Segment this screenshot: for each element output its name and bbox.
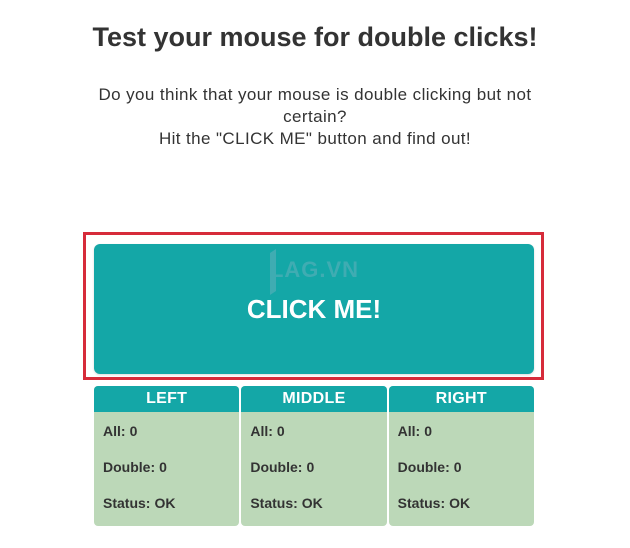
page-description: Do you think that your mouse is double c… bbox=[60, 84, 570, 150]
description-line-1: Do you think that your mouse is double c… bbox=[98, 85, 532, 104]
left-status: Status: OK bbox=[103, 495, 176, 511]
right-double-count: Double: 0 bbox=[397, 459, 462, 475]
right-status: Status: OK bbox=[397, 495, 471, 511]
middle-double-count: Double: 0 bbox=[250, 459, 315, 475]
middle-button-column: MIDDLE All: 0 Double: 0 Status: OK bbox=[241, 386, 387, 526]
click-me-button[interactable]: CLICK ME! bbox=[94, 244, 534, 374]
column-header-middle: MIDDLE bbox=[241, 386, 387, 412]
page-title: Test your mouse for double clicks! bbox=[92, 22, 538, 52]
description-line-2: certain? bbox=[283, 107, 347, 126]
column-header-right: RIGHT bbox=[388, 386, 534, 412]
middle-status: Status: OK bbox=[250, 495, 323, 511]
left-button-column: LEFT All: 0 Double: 0 Status: OK bbox=[94, 386, 240, 526]
right-all-count: All: 0 bbox=[397, 423, 433, 439]
click-stats-panel: LEFT All: 0 Double: 0 Status: OK MIDDLE All… bbox=[94, 386, 534, 526]
left-double-count: Double: 0 bbox=[103, 459, 167, 475]
middle-all-count: All: 0 bbox=[250, 423, 285, 439]
description-line-3: Hit the "CLICK ME" button and find out! bbox=[158, 129, 472, 148]
right-button-column: RIGHT All: 0 Double: 0 Status: OK bbox=[388, 386, 534, 526]
left-all-count: All: 0 bbox=[103, 423, 138, 439]
column-header-left: LEFT bbox=[94, 386, 240, 412]
